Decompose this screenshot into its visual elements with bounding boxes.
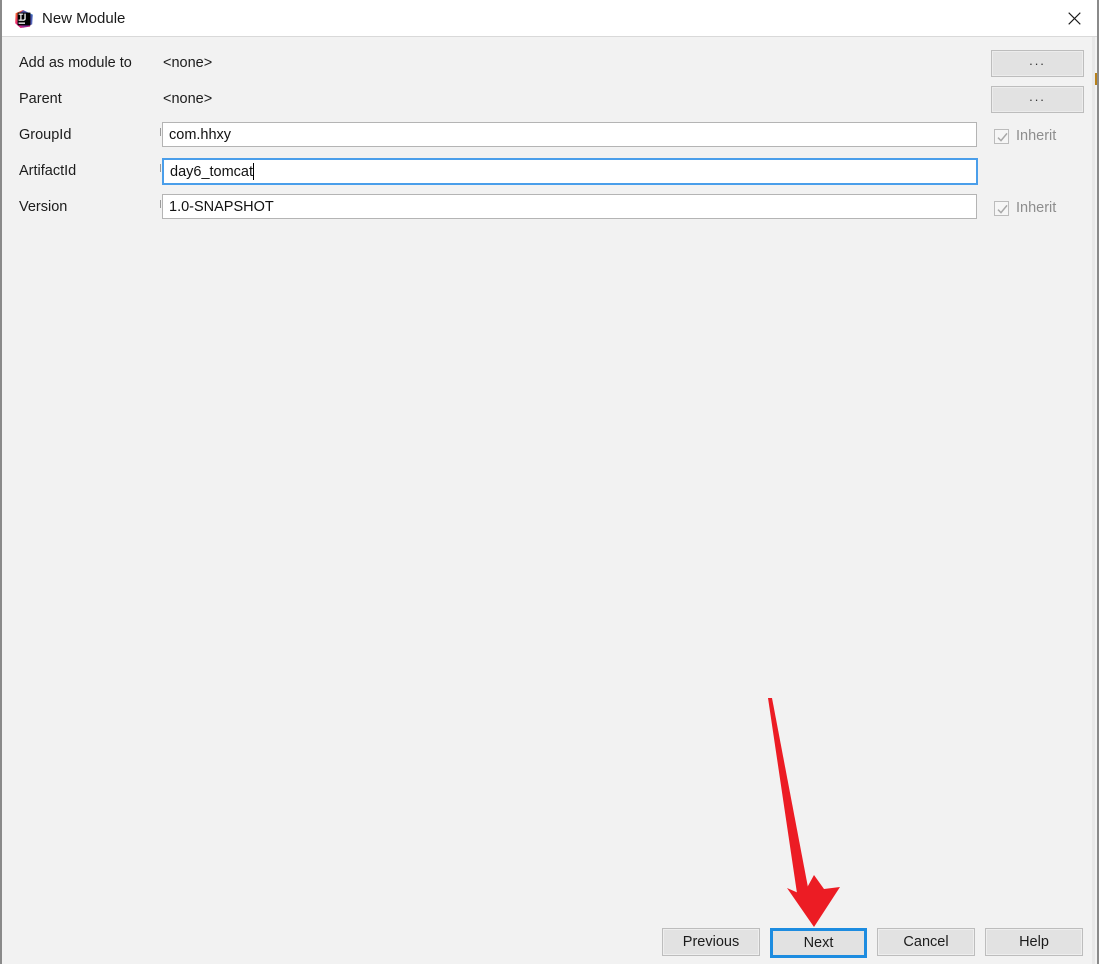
label-groupid: GroupId <box>19 127 72 143</box>
inherit-label-version: Inherit <box>1016 200 1057 216</box>
dialog-title: New Module <box>42 10 126 27</box>
ellipsis-icon: ... <box>1029 52 1046 68</box>
version-value: 1.0-SNAPSHOT <box>169 198 274 215</box>
ellipsis-icon: ... <box>1029 88 1046 104</box>
previous-button[interactable]: Previous <box>662 928 760 956</box>
artifactid-value: day6_tomcat <box>170 163 254 180</box>
checkbox-checked-icon <box>994 128 1009 144</box>
label-artifactid: ArtifactId <box>19 163 77 179</box>
dialog-titlebar: New Module <box>2 0 1097 37</box>
new-module-dialog: New Module Add as module to <none> ... P… <box>0 0 1099 964</box>
cancel-button[interactable]: Cancel <box>877 928 975 956</box>
inherit-checkbox-groupid[interactable]: Inherit <box>994 127 1056 145</box>
groupid-value: com.hhxy <box>169 126 232 143</box>
version-input[interactable]: 1.0-SNAPSHOT <box>162 194 977 219</box>
window-edge-strip <box>1092 37 1095 964</box>
inherit-label-groupid: Inherit <box>1016 128 1057 144</box>
edge-marker <box>1095 73 1097 85</box>
text-caret <box>253 163 255 180</box>
field-tick <box>160 200 161 208</box>
groupid-input[interactable]: com.hhxy <box>162 122 977 147</box>
checkbox-checked-icon <box>994 200 1009 216</box>
value-add-as-module-to: <none> <box>163 55 213 71</box>
help-button[interactable]: Help <box>985 928 1083 956</box>
browse-button-parent[interactable]: ... <box>991 86 1084 113</box>
intellij-idea-icon <box>14 9 34 29</box>
next-button[interactable]: Next <box>770 928 867 958</box>
label-parent: Parent <box>19 91 62 107</box>
label-version: Version <box>19 199 68 215</box>
artifactid-input[interactable]: day6_tomcat <box>162 158 978 185</box>
field-tick <box>160 164 161 172</box>
label-add-as-module-to: Add as module to <box>19 55 132 71</box>
browse-button-add-as-module-to[interactable]: ... <box>991 50 1084 77</box>
field-tick <box>160 128 161 136</box>
value-parent: <none> <box>163 91 213 107</box>
close-icon[interactable] <box>1051 0 1097 36</box>
inherit-checkbox-version[interactable]: Inherit <box>994 199 1056 217</box>
